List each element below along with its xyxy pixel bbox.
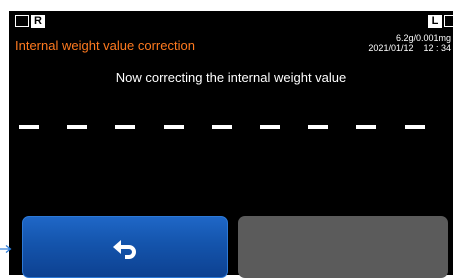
l-door-indicator: L xyxy=(428,14,453,28)
page-title: Internal weight value correction xyxy=(15,38,195,53)
l-badge-label: L xyxy=(428,14,442,28)
door-square-icon xyxy=(15,15,29,27)
progress-dash xyxy=(67,125,88,129)
progress-dash xyxy=(115,125,136,129)
scale-info: 6.2g/0.001mg 2021/01/12 12 : 34 xyxy=(368,33,451,53)
progress-dash xyxy=(308,125,329,129)
time-text: 12 : 34 xyxy=(423,43,451,53)
capacity-readability: 6.2g/0.001mg xyxy=(395,33,451,43)
back-button[interactable] xyxy=(22,216,228,278)
status-message: Now correcting the internal weight value xyxy=(115,70,347,85)
progress-dash xyxy=(356,125,377,129)
pointer-arrow-icon xyxy=(0,245,12,253)
r-badge-label: R xyxy=(31,14,45,28)
progress-dash xyxy=(19,125,39,129)
progress-dashes xyxy=(19,125,425,129)
progress-dash xyxy=(260,125,280,129)
progress-dash xyxy=(163,125,184,129)
progress-dash xyxy=(404,125,425,129)
date-time: 2021/01/12 12 : 34 xyxy=(368,43,451,53)
door-square-icon xyxy=(444,15,453,27)
r-door-indicator: R xyxy=(15,14,45,28)
progress-dash xyxy=(211,125,232,129)
balance-screen: R L Internal weight value correction 6.2… xyxy=(9,11,453,278)
date-text: 2021/01/12 xyxy=(368,43,414,53)
return-arrow-icon xyxy=(113,240,136,259)
unassigned-button[interactable] xyxy=(238,216,448,278)
